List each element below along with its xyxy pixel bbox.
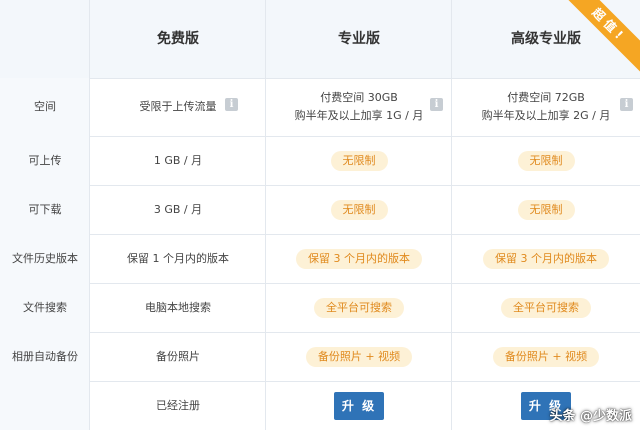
pro-history-badge: 保留 3 个月内的版本 bbox=[296, 248, 422, 269]
info-icon[interactable]: i bbox=[620, 98, 633, 111]
free-registered-status: 已经注册 bbox=[156, 398, 200, 412]
premium-space-value: 付费空间 72GB 购半年及以上加享 2G / 月 i bbox=[452, 78, 640, 136]
pro-backup-badge: 备份照片 + 视频 bbox=[305, 346, 413, 367]
pro-upload-badge: 无限制 bbox=[330, 150, 388, 171]
header-row: 免费版 专业版 高级专业版 bbox=[0, 0, 640, 79]
best-value-ribbon: 超值! bbox=[560, 0, 640, 80]
free-upload-value: 1 GB / 月 bbox=[153, 153, 203, 167]
free-space-value: 受限于上传流量 i bbox=[90, 78, 266, 136]
table-row-space: 空间 受限于上传流量 i 付费空间 30GB 购半年及以上加享 1G / 月 i… bbox=[0, 78, 640, 137]
upgrade-pro-button[interactable]: 升 级 bbox=[334, 391, 384, 420]
table-row-history: 文件历史版本 保留 1 个月内的版本 保留 3 个月内的版本 保留 3 个月内的… bbox=[0, 234, 640, 284]
row-label-empty bbox=[0, 381, 90, 430]
free-backup-value: 备份照片 bbox=[156, 349, 200, 363]
column-divider bbox=[89, 0, 90, 430]
premium-search-badge: 全平台可搜索 bbox=[501, 297, 591, 318]
premium-backup-badge: 备份照片 + 视频 bbox=[492, 346, 600, 367]
ribbon-label: 超值! bbox=[562, 0, 640, 72]
info-icon[interactable]: i bbox=[225, 98, 238, 111]
free-download-value: 3 GB / 月 bbox=[153, 202, 203, 216]
row-label: 相册自动备份 bbox=[0, 332, 90, 381]
premium-download-badge: 无限制 bbox=[517, 199, 575, 220]
free-history-value: 保留 1 个月内的版本 bbox=[127, 251, 229, 265]
pro-download-badge: 无限制 bbox=[330, 199, 388, 220]
table-row-upload: 可上传 1 GB / 月 无限制 无限制 bbox=[0, 136, 640, 186]
pro-search-badge: 全平台可搜索 bbox=[314, 297, 404, 318]
premium-history-badge: 保留 3 个月内的版本 bbox=[483, 248, 609, 269]
table-row-backup: 相册自动备份 备份照片 备份照片 + 视频 备份照片 + 视频 bbox=[0, 332, 640, 382]
free-search-value: 电脑本地搜索 bbox=[145, 300, 211, 314]
plan-free-title: 免费版 bbox=[157, 31, 199, 47]
pricing-table: 免费版 专业版 高级专业版 空间 受限于上传流量 i 付费空间 30GB 购半年… bbox=[0, 0, 640, 430]
table-row-actions: 已经注册 升 级 升 级 bbox=[0, 381, 640, 430]
watermark: 头条 @少数派 bbox=[549, 409, 632, 424]
row-label: 文件搜索 bbox=[0, 283, 90, 332]
pro-space-value: 付费空间 30GB 购半年及以上加享 1G / 月 i bbox=[266, 78, 452, 136]
row-label: 可上传 bbox=[0, 136, 90, 185]
column-divider bbox=[265, 0, 266, 430]
premium-upload-badge: 无限制 bbox=[517, 150, 575, 171]
info-icon[interactable]: i bbox=[430, 98, 443, 111]
table-row-search: 文件搜索 电脑本地搜索 全平台可搜索 全平台可搜索 bbox=[0, 283, 640, 333]
header-empty-cell bbox=[0, 0, 90, 78]
table-row-download: 可下载 3 GB / 月 无限制 无限制 bbox=[0, 185, 640, 235]
row-label: 文件历史版本 bbox=[0, 234, 90, 283]
row-label: 空间 bbox=[0, 78, 90, 136]
plan-pro-title: 专业版 bbox=[338, 31, 380, 47]
row-label: 可下载 bbox=[0, 185, 90, 234]
column-divider bbox=[451, 0, 452, 430]
